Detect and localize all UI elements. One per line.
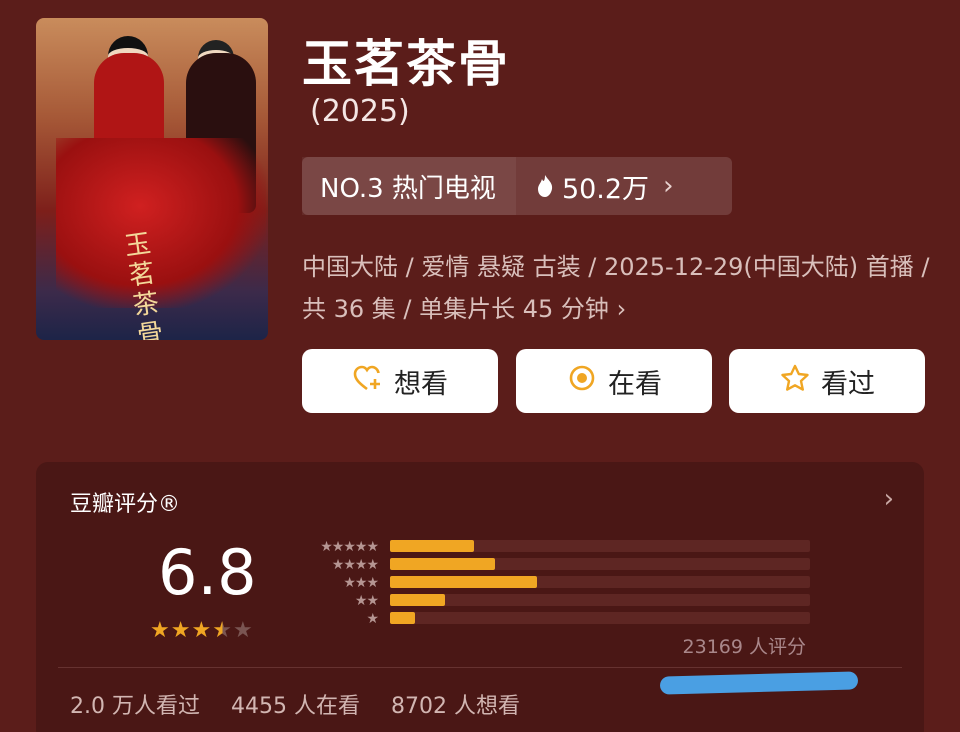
rating-count: 23169 人评分 [682,636,806,658]
rating-star-labels: ★★★★★ ★★★★ ★★★ ★★ ★ [296,538,379,628]
star-filled-icon: ★ [191,618,213,643]
rating-score: 6.8 [158,536,257,609]
rating-bar-2-star [390,594,445,606]
ranking-badge[interactable]: NO.3 热门电视 50.2万 › [302,157,732,215]
watching-count: 4455 人在看 [230,694,360,719]
rating-distribution [390,540,810,630]
star-row-label: ★★ [354,593,379,609]
rating-bar-3-star [390,576,537,588]
star-row-label: ★ [366,611,379,627]
watching-icon [566,364,598,399]
rating-bar-1-star [390,612,416,624]
rating-bar-5-star [390,540,474,552]
watched-button[interactable]: 看过 [729,349,925,413]
watched-label: 看过 [821,368,875,400]
show-title: 玉茗茶骨 [302,35,510,93]
star-half-icon: ★ [212,618,233,643]
star-empty-icon: ★ [232,618,254,643]
rating-bar-track [390,558,810,570]
chevron-right-icon[interactable]: › [884,484,894,514]
star-row-label: ★★★ [343,575,379,591]
star-filled-icon: ★ [170,618,192,643]
show-meta-info[interactable]: 中国大陆 / 爱情 悬疑 古装 / 2025-12-29(中国大陆) 首播 / … [302,246,932,330]
heat-value: 50.2万 [561,173,650,205]
want-to-watch-label: 想看 [394,368,448,400]
heart-plus-icon [352,364,384,399]
ranking-label: NO.3 热门电视 [302,157,516,215]
show-year: (2025) [310,94,410,129]
flame-icon [537,175,553,197]
rating-bar-track [390,594,810,606]
star-outline-icon [779,364,811,399]
chevron-right-icon: › [663,171,674,201]
divider [58,667,902,668]
want-to-watch-button[interactable]: 想看 [302,349,498,413]
watched-count: 2.0 万人看过 [70,694,200,719]
rating-card[interactable]: 豆瓣评分® › 6.8 ★★★★★ ★★★★★ ★★★★ ★★★ ★★ ★ 23… [36,462,924,732]
watching-button[interactable]: 在看 [516,349,712,413]
rating-bar-track [390,576,810,588]
chevron-right-icon: › [616,295,627,323]
star-filled-icon: ★ [150,618,171,643]
watching-label: 在看 [608,368,662,400]
want-count: 8702 人想看 [390,694,520,719]
poster-image[interactable]: 玉茗 茶骨 [36,18,268,340]
rating-title: 豆瓣评分® [70,492,181,517]
rating-bar-4-star [390,558,495,570]
star-row-label: ★★★★ [331,557,379,573]
rating-bar-track [390,540,810,552]
star-row-label: ★★★★★ [320,539,379,555]
heat-indicator[interactable]: 50.2万 › [516,167,674,206]
rating-stars: ★★★★★ [150,618,254,643]
viewer-stats: 2.0 万人看过 4455 人在看 8702 人想看 [70,688,544,720]
rating-bar-track [390,612,810,624]
